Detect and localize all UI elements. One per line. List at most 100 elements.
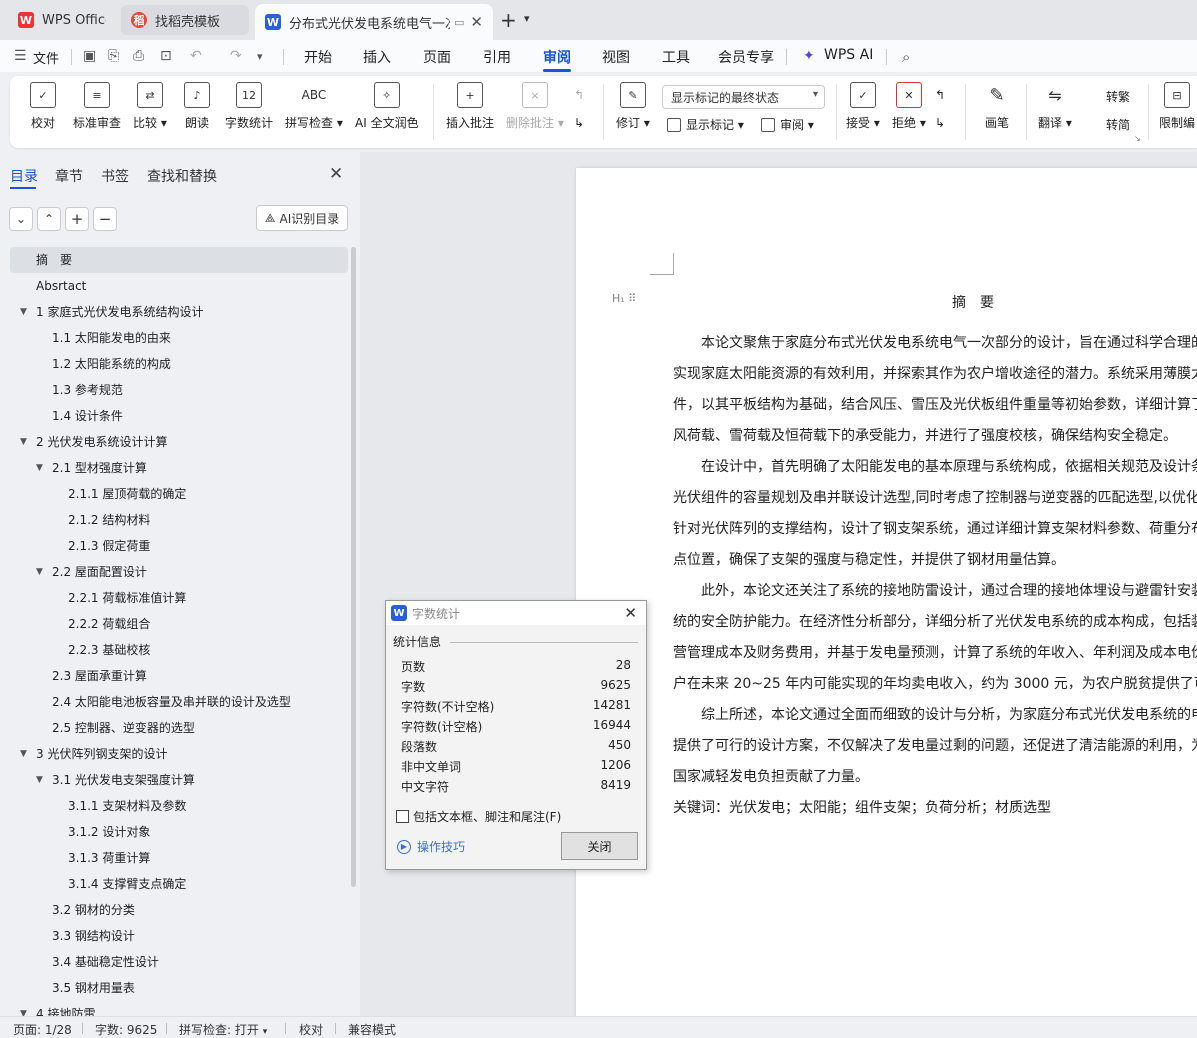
word-count-button[interactable]: 12 字数统计 [225,82,273,131]
toc-item[interactable]: 3.1.1 支架材料及参数 [10,793,348,819]
tips-link[interactable]: ▶ 操作技巧 [397,838,465,855]
to-traditional-button[interactable]: 转繁 [1087,88,1130,105]
tab-bookmarks[interactable]: 书签 [101,166,129,186]
reject-button[interactable]: ✕ 拒绝 ▾ [892,82,926,131]
menu-start[interactable]: 开始 [304,47,332,67]
toc-item[interactable]: 2.1.3 假定荷重 [10,533,348,559]
toc-item[interactable]: ▼ 2.1 型材强度计算 [10,455,348,481]
read-aloud-button[interactable]: ♪ 朗读 [184,82,210,131]
toc-item[interactable]: 2.3 屋面承重计算 [10,663,348,689]
collapse-chevron-down-icon[interactable]: ⌄ [9,207,33,231]
print-icon[interactable]: ⎙ [133,48,144,64]
expand-triangle-icon[interactable]: ▼ [20,741,27,767]
restrict-edit-button[interactable]: ⊟ 限制编 [1159,82,1195,131]
menu-wps-ai[interactable]: WPS AI [824,47,873,63]
tab-sections[interactable]: 章节 [55,166,83,186]
toc-item[interactable]: 1.1 太阳能发电的由来 [10,325,348,351]
toc-item[interactable]: Absrtact [10,273,348,299]
menu-page[interactable]: 页面 [423,47,451,67]
menu-review[interactable]: 审阅 [543,47,571,67]
dialog-launcher-icon[interactable]: ↘ [1134,134,1141,143]
search-icon[interactable]: ⌕ [902,48,910,66]
tab-wps-office[interactable]: W WPS Office [8,5,116,35]
new-tab-plus-icon[interactable]: + [500,8,517,32]
compare-button[interactable]: ⇄ 比较 ▾ [133,82,167,131]
markup-state-select[interactable]: 显示标记的最终状态 ▾ [662,85,825,109]
to-simplified-button[interactable]: 转简 [1087,116,1130,133]
expand-triangle-icon[interactable]: ▼ [20,429,27,455]
dialog-close-button[interactable]: 关闭 [561,832,638,860]
toc-item[interactable]: 3.1.2 设计对象 [10,819,348,845]
insert-comment-button[interactable]: + 插入批注 [446,82,494,131]
previous-comment-icon[interactable]: ↰ [574,88,584,102]
toc-item[interactable]: 3.1.4 支撑臂支点确定 [10,871,348,897]
proof-button[interactable]: ✓ 校对 [30,82,56,131]
delete-comment-button[interactable]: × 删除批注 ▾ [506,82,564,131]
print-preview-icon[interactable]: ⊡ [160,48,172,64]
menu-references[interactable]: 引用 [483,47,511,67]
track-changes-button[interactable]: ✎ 修订 ▾ [616,82,650,131]
toc-item[interactable]: 1.3 参考规范 [10,377,348,403]
spell-check-button[interactable]: ABC 拼写检查 ▾ [285,82,343,131]
toc-item[interactable]: 2.4 太阳能电池板容量及串并联的设计及选型 [10,689,348,715]
show-markup-button[interactable]: 显示标记 ▾ [667,116,744,133]
tab-active-document[interactable]: W 分布式光伏发电系统电气一次 ▭ ✕ [255,4,493,40]
expand-triangle-icon[interactable]: ▼ [20,299,27,325]
tab-list-chevron-icon[interactable]: ▾ [524,12,530,25]
toc-item[interactable]: 2.2.3 基础校核 [10,637,348,663]
toc-item[interactable]: ▼ 2 光伏发电系统设计计算 [10,429,348,455]
toc-item[interactable]: 2.1.2 结构材料 [10,507,348,533]
include-textbox-checkbox[interactable]: 包括文本框、脚注和尾注(F) [396,808,561,825]
toc-item[interactable]: 摘 要 [10,247,348,273]
spell-check-status[interactable]: 拼写检查: 打开 ▾ [179,1021,267,1038]
toc-item[interactable]: ▼ 1 家庭式光伏发电系统结构设计 [10,299,348,325]
document-page[interactable]: H₁ ⠿ 摘 要 本论文聚焦于家庭分布式光伏发电系统电气一次部分的设计，旨在通过… [576,168,1197,1016]
toc-scrollbar[interactable] [351,247,356,887]
close-panel-icon[interactable]: ✕ [329,164,343,184]
ai-polish-button[interactable]: ✧ AI 全文润色 [355,82,419,131]
expand-triangle-icon[interactable]: ▼ [36,767,43,793]
previous-change-icon[interactable]: ↰ [935,88,945,102]
export-pdf-icon[interactable]: ⎘ [108,48,119,64]
menu-insert[interactable]: 插入 [363,47,391,67]
toc-item[interactable]: ▼ 2.2 屋面配置设计 [10,559,348,585]
toc-item[interactable]: 3.1.3 荷重计算 [10,845,348,871]
toc-item[interactable]: 3.3 钢结构设计 [10,923,348,949]
redo-icon[interactable]: ↷ [230,48,242,64]
menu-tools[interactable]: 工具 [662,47,690,67]
hamburger-menu-icon[interactable]: ☰ [14,48,27,64]
menu-member[interactable]: 会员专享 [718,47,774,67]
next-change-icon[interactable]: ↳ [935,116,945,130]
remove-heading-icon[interactable]: − [93,207,117,231]
toc-item[interactable]: 3.5 钢材用量表 [10,975,348,1001]
save-icon[interactable]: ▣ [83,48,96,64]
accept-button[interactable]: ✓ 接受 ▾ [846,82,880,131]
close-tab-icon[interactable]: ✕ [470,13,483,31]
expand-triangle-icon[interactable]: ▼ [36,455,43,481]
chevron-up-icon[interactable]: ⌃ [37,207,61,231]
translate-button[interactable]: ⇋ 翻译 ▾ [1038,82,1072,131]
page-indicator[interactable]: 页面: 1/28 [13,1021,72,1038]
pen-button[interactable]: ✎ 画笔 [984,82,1010,131]
toc-item[interactable]: ▼ 3 光伏阵列钢支架的设计 [10,741,348,767]
standard-review-button[interactable]: ≡ 标准审查 [73,82,121,131]
quick-access-chevron-icon[interactable]: ▾ [257,50,263,63]
ai-recognize-toc-button[interactable]: ⟁ AI识别目录 [256,205,348,231]
toc-item[interactable]: 2.2.2 荷载组合 [10,611,348,637]
dialog-close-icon[interactable]: ✕ [624,604,637,622]
expand-triangle-icon[interactable]: ▼ [36,559,43,585]
tab-toc[interactable]: 目录 [10,166,38,186]
dialog-title-bar[interactable]: W 字数统计 [386,601,646,625]
toc-item[interactable]: 1.2 太阳能系统的构成 [10,351,348,377]
tab-find-replace[interactable]: 查找和替换 [147,166,217,186]
toc-item[interactable]: 2.1.1 屋顶荷载的确定 [10,481,348,507]
menu-view[interactable]: 视图 [602,47,630,67]
toc-item[interactable]: 2.2.1 荷载标准值计算 [10,585,348,611]
toc-item[interactable]: 3.4 基础稳定性设计 [10,949,348,975]
monitor-icon[interactable]: ▭ [454,16,464,29]
next-comment-icon[interactable]: ↳ [574,116,584,130]
undo-icon[interactable]: ↶ [190,48,202,64]
word-count-status[interactable]: 字数: 9625 [95,1021,157,1038]
checkbox-box[interactable] [396,810,409,823]
add-heading-icon[interactable]: + [65,207,89,231]
